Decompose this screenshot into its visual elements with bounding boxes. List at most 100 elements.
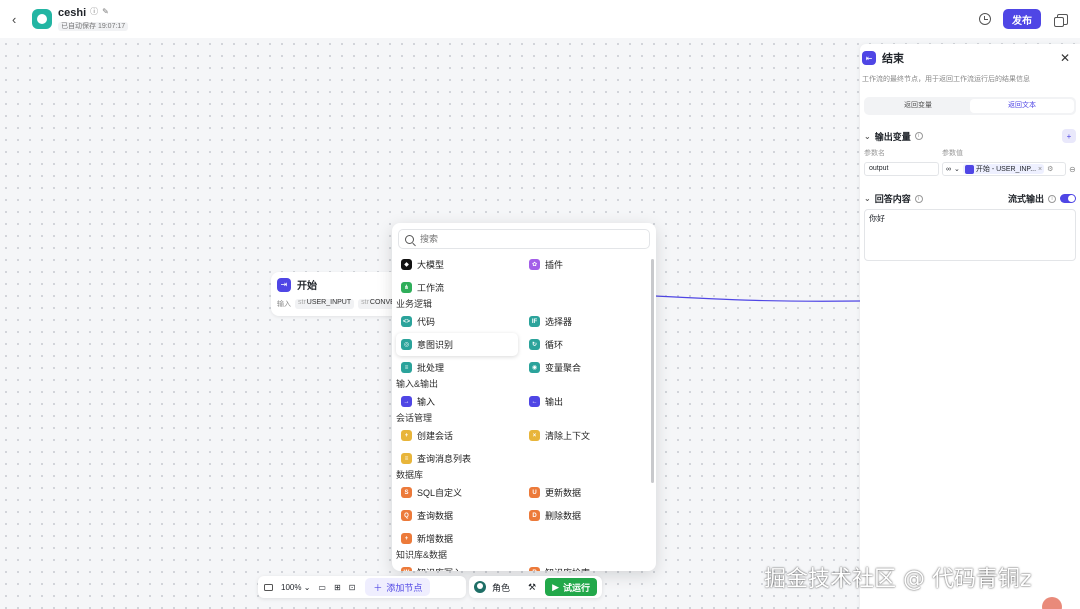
settings-icon[interactable]: ⚙	[1047, 165, 1053, 173]
picker-item[interactable]: + 新增数据	[396, 527, 524, 550]
start-mini-icon	[964, 164, 974, 174]
close-icon[interactable]: ×	[1038, 166, 1042, 173]
copy-icon[interactable]	[1054, 13, 1068, 27]
node-type-icon: ≡	[401, 362, 412, 373]
node-type-icon: ⋔	[401, 282, 412, 293]
node-picker-popup: ◆ 大模型 ✿ 插件 ⋔ 工作流业务逻辑 <> 代码 IF 选择器 ◎ 意图识别 ↻ 循环 ≡ 批处理 ◉ 变量聚…	[392, 223, 656, 571]
node-type-icon: ↻	[529, 339, 540, 350]
picker-item-label: 更新数据	[545, 488, 582, 498]
picker-item-label: 选择器	[545, 317, 573, 327]
picker-item[interactable]: → 输入	[396, 390, 524, 413]
picker-item[interactable]: ✿ 插件	[524, 253, 652, 276]
app-logo	[32, 9, 52, 29]
tab-return-text[interactable]: 返回文本	[970, 99, 1074, 113]
picker-group-grid: S SQL自定义 U 更新数据 Q 查询数据 D 删除数据 + 新增数据	[392, 481, 656, 550]
node-type-icon: ×	[529, 430, 540, 441]
picker-item[interactable]: × 清除上下文	[524, 424, 652, 447]
picker-item-label: 批处理	[417, 363, 445, 373]
picker-item-label: 大模型	[417, 260, 445, 270]
node-type-icon: Q	[401, 510, 412, 521]
history-icon[interactable]	[979, 13, 991, 25]
role-label[interactable]: 角色	[492, 581, 510, 594]
picker-item-label: 变量聚合	[545, 363, 582, 373]
node-type-icon: W	[401, 567, 412, 571]
node-type-icon: ←	[529, 396, 540, 407]
picker-item[interactable]: ◎ 意图识别	[396, 333, 518, 356]
picker-group-title: 业务逻辑	[396, 299, 433, 309]
test-run-button[interactable]: ▶ 试运行	[545, 578, 597, 596]
picker-item[interactable]: ≡ 批处理	[396, 356, 524, 379]
info-icon: i	[914, 194, 923, 203]
stream-output-toggle[interactable]	[1060, 194, 1076, 203]
reference-icon: ∞	[946, 165, 951, 173]
picker-item-label: 意图识别	[417, 340, 454, 350]
picker-item[interactable]: + 创建会话	[396, 424, 524, 447]
picker-item[interactable]: D 删除数据	[524, 504, 652, 527]
publish-button[interactable]: 发布	[1003, 9, 1041, 29]
picker-item[interactable]: R 知识库检索	[524, 561, 652, 571]
picker-item-label: 清除上下文	[545, 431, 591, 441]
node-type-icon: <>	[401, 316, 412, 327]
top-header: ‹ ceshi ⓘ ✎ 已自动保存 19:07:17 发布	[0, 0, 1080, 38]
add-node-button[interactable]: ＋ 添加节点	[365, 578, 431, 596]
zoom-select[interactable]: 100% ⌄	[281, 583, 310, 592]
fit-view-icon[interactable]: ⊡	[349, 583, 356, 592]
edit-icon[interactable]: ✎	[102, 7, 109, 17]
watermark: 掘金技术社区 @ 代码青铜z	[764, 567, 1032, 592]
node-type-icon: R	[529, 567, 540, 571]
tab-return-variable[interactable]: 返回变量	[866, 99, 970, 113]
node-type-icon: ◆	[401, 259, 412, 270]
answer-section-header[interactable]: ⌄ 回答内容 i 流式输出 i	[860, 192, 1080, 205]
node-type-icon: S	[401, 487, 412, 498]
remove-icon[interactable]: ⊖	[1069, 165, 1076, 174]
picker-item[interactable]: S SQL自定义	[396, 481, 524, 504]
picker-item[interactable]: ◉ 变量聚合	[524, 356, 652, 379]
var-name-field[interactable]: output	[864, 162, 939, 176]
picker-item-label: 查询消息列表	[417, 454, 472, 464]
picker-group-grid: W 知识库写入 R 知识库检索	[392, 561, 656, 571]
info-icon[interactable]: ⓘ	[90, 7, 98, 17]
search-input[interactable]	[420, 234, 620, 244]
reference-text: 开始 - USER_INP...	[975, 166, 1037, 173]
picker-search[interactable]	[398, 229, 650, 249]
picker-item[interactable]: ◆ 大模型	[396, 253, 524, 276]
start-node[interactable]: ⇥ 开始 输入 strUSER_INPUT strCONVE	[271, 272, 411, 316]
picker-item[interactable]: W 知识库写入	[396, 561, 524, 571]
var-value-field[interactable]: ∞ ⌄ 开始 - USER_INP... × ⚙	[942, 162, 1066, 176]
output-section-header[interactable]: ⌄ 输出变量 i +	[860, 129, 1080, 143]
answer-content-input[interactable]: 你好	[864, 209, 1076, 261]
picker-item-label: 输入	[417, 397, 436, 407]
chevron-down-icon[interactable]: ⌄	[864, 194, 871, 203]
autosave-status: 已自动保存 19:07:17	[58, 21, 129, 32]
add-variable-button[interactable]: +	[1062, 129, 1076, 143]
picker-group-grid: ◆ 大模型 ✿ 插件 ⋔ 工作流	[392, 253, 656, 299]
picker-item[interactable]: Q 查询数据	[396, 504, 524, 527]
picker-item[interactable]: <> 代码	[396, 310, 524, 333]
info-icon: i	[1048, 194, 1056, 203]
comment-icon[interactable]: ▭	[318, 583, 326, 592]
picker-item[interactable]: IF 选择器	[524, 310, 652, 333]
picker-item-label: 新增数据	[417, 534, 454, 544]
chevron-down-icon[interactable]: ⌄	[864, 132, 871, 141]
col-name-label: 参数名	[864, 150, 885, 157]
picker-item[interactable]: ← 输出	[524, 390, 652, 413]
picker-item[interactable]: U 更新数据	[524, 481, 652, 504]
picker-scrollbar[interactable]	[651, 259, 654, 483]
layout-icon[interactable]: ⊞	[334, 583, 341, 592]
role-icon[interactable]	[474, 581, 486, 593]
picker-item[interactable]: ⋔ 工作流	[396, 276, 524, 299]
panel-title: 结束	[882, 53, 904, 65]
node-type-icon: D	[529, 510, 540, 521]
close-icon[interactable]: ✕	[1060, 51, 1070, 65]
picker-item[interactable]: ↻ 循环	[524, 333, 652, 356]
wrench-icon[interactable]: ⚒	[528, 582, 536, 593]
picker-item[interactable]: ≡ 查询消息列表	[396, 447, 524, 470]
node-type-icon: U	[529, 487, 540, 498]
minimap-icon[interactable]	[264, 583, 273, 591]
picker-item-label: 输出	[545, 397, 564, 407]
app-title-block: ceshi ⓘ ✎ 已自动保存 19:07:17	[58, 7, 129, 32]
picker-item-label: 删除数据	[545, 511, 582, 521]
node-type-icon: +	[401, 533, 412, 544]
chevron-left-icon[interactable]: ‹	[12, 12, 26, 27]
node-type-icon: ✿	[529, 259, 540, 270]
